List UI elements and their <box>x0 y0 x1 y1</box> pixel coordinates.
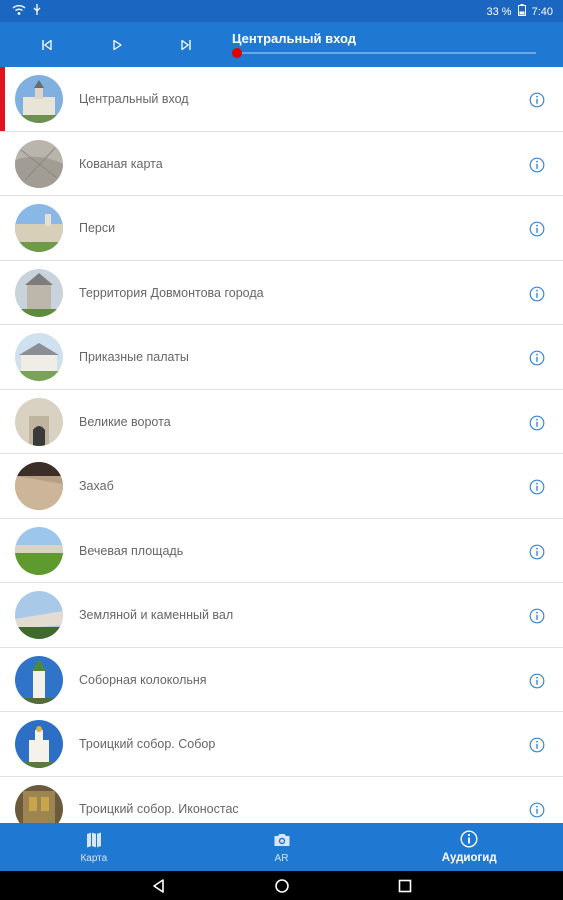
list-item[interactable]: Троицкий собор. Собор <box>0 712 563 777</box>
nav-audio-guide[interactable]: Аудиогид <box>375 823 563 871</box>
skip-next-icon <box>181 39 191 51</box>
info-icon[interactable] <box>529 802 545 818</box>
status-bar: 33 % 7:40 <box>0 0 563 22</box>
battery-icon <box>517 4 526 19</box>
list-item-label: Троицкий собор. Иконостас <box>79 801 239 816</box>
info-icon[interactable] <box>529 92 545 108</box>
list-item-label: Территория Довмонтова города <box>79 285 264 300</box>
list-item[interactable]: Земляной и каменный вал <box>0 583 563 648</box>
play-icon <box>113 39 122 51</box>
list-item[interactable]: Центральный вход <box>0 67 563 132</box>
clock: 7:40 <box>531 5 553 18</box>
list-item-label: Великие ворота <box>79 414 171 429</box>
list-item-thumbnail <box>15 591 63 639</box>
info-icon[interactable] <box>529 737 545 753</box>
usb-icon <box>32 4 42 19</box>
list-item[interactable]: Кованая карта <box>0 132 563 196</box>
list-item-thumbnail <box>15 139 63 188</box>
system-navigation-bar <box>0 871 563 900</box>
list-item-thumbnail <box>15 462 63 510</box>
list-item[interactable]: Захаб <box>0 454 563 519</box>
map-icon <box>86 832 101 847</box>
nav-ar[interactable]: AR <box>188 823 376 871</box>
wifi-icon <box>12 4 26 19</box>
list-item-label: Захаб <box>79 479 114 493</box>
battery-percent: 33 % <box>486 5 512 18</box>
info-icon[interactable] <box>529 350 545 366</box>
nav-map[interactable]: Карта <box>0 823 188 871</box>
list-item[interactable]: Перси <box>0 196 563 261</box>
list-item-thumbnail <box>15 397 63 446</box>
nav-map-label: Карта <box>80 852 108 864</box>
list-item[interactable]: Троицкий собор. Иконостас <box>0 777 563 823</box>
list-item[interactable]: Соборная колокольня <box>0 648 563 712</box>
list-item-label: Земляной и каменный вал <box>79 608 234 622</box>
recents-icon[interactable] <box>396 877 414 895</box>
info-icon[interactable] <box>529 415 545 431</box>
info-icon[interactable] <box>529 221 545 237</box>
info-icon[interactable] <box>529 286 545 302</box>
info-icon[interactable] <box>529 157 545 173</box>
list-item-label: Приказные палаты <box>79 350 189 364</box>
info-icon[interactable] <box>529 544 545 560</box>
info-icon <box>460 830 478 848</box>
camera-icon <box>274 833 289 846</box>
list-item-thumbnail <box>15 655 63 704</box>
list-item[interactable]: Территория Довмонтова города <box>0 261 563 325</box>
list-item[interactable]: Великие ворота <box>0 390 563 454</box>
list-item-thumbnail <box>15 268 63 317</box>
list-item-thumbnail <box>15 75 63 123</box>
back-icon[interactable] <box>150 877 168 895</box>
info-icon[interactable] <box>529 608 545 624</box>
now-playing-title: Центральный вход <box>232 31 357 46</box>
next-track-button[interactable] <box>175 34 197 56</box>
previous-track-button[interactable] <box>36 34 58 56</box>
list-item-thumbnail <box>15 720 63 768</box>
seek-knob[interactable] <box>232 48 242 58</box>
audio-guide-list[interactable]: Центральный вход Кованая карта Перси Тер… <box>0 67 563 823</box>
info-icon[interactable] <box>529 673 545 689</box>
list-item-label: Соборная колокольня <box>79 672 207 687</box>
list-item-label: Кованая карта <box>79 156 163 171</box>
list-item[interactable]: Приказные палаты <box>0 325 563 390</box>
list-item-thumbnail <box>15 526 63 575</box>
audio-player-bar: Центральный вход <box>0 22 563 67</box>
home-icon[interactable] <box>273 877 291 895</box>
list-item-label: Троицкий собор. Собор <box>79 737 216 751</box>
list-item-thumbnail <box>15 204 63 252</box>
nav-ar-label: AR <box>274 852 289 864</box>
list-item-thumbnail <box>15 333 63 381</box>
list-item[interactable]: Вечевая площадь <box>0 519 563 583</box>
list-item-label: Перси <box>79 221 116 235</box>
info-icon[interactable] <box>529 479 545 495</box>
bottom-navigation: Карта AR Аудиогид <box>0 823 563 871</box>
list-item-thumbnail <box>15 784 63 823</box>
nav-audio-guide-label: Аудиогид <box>441 852 497 864</box>
play-button[interactable] <box>106 34 128 56</box>
seek-bar[interactable] <box>236 52 536 54</box>
list-item-label: Центральный вход <box>79 92 189 106</box>
skip-previous-icon <box>42 39 52 51</box>
list-item-label: Вечевая площадь <box>79 543 184 558</box>
